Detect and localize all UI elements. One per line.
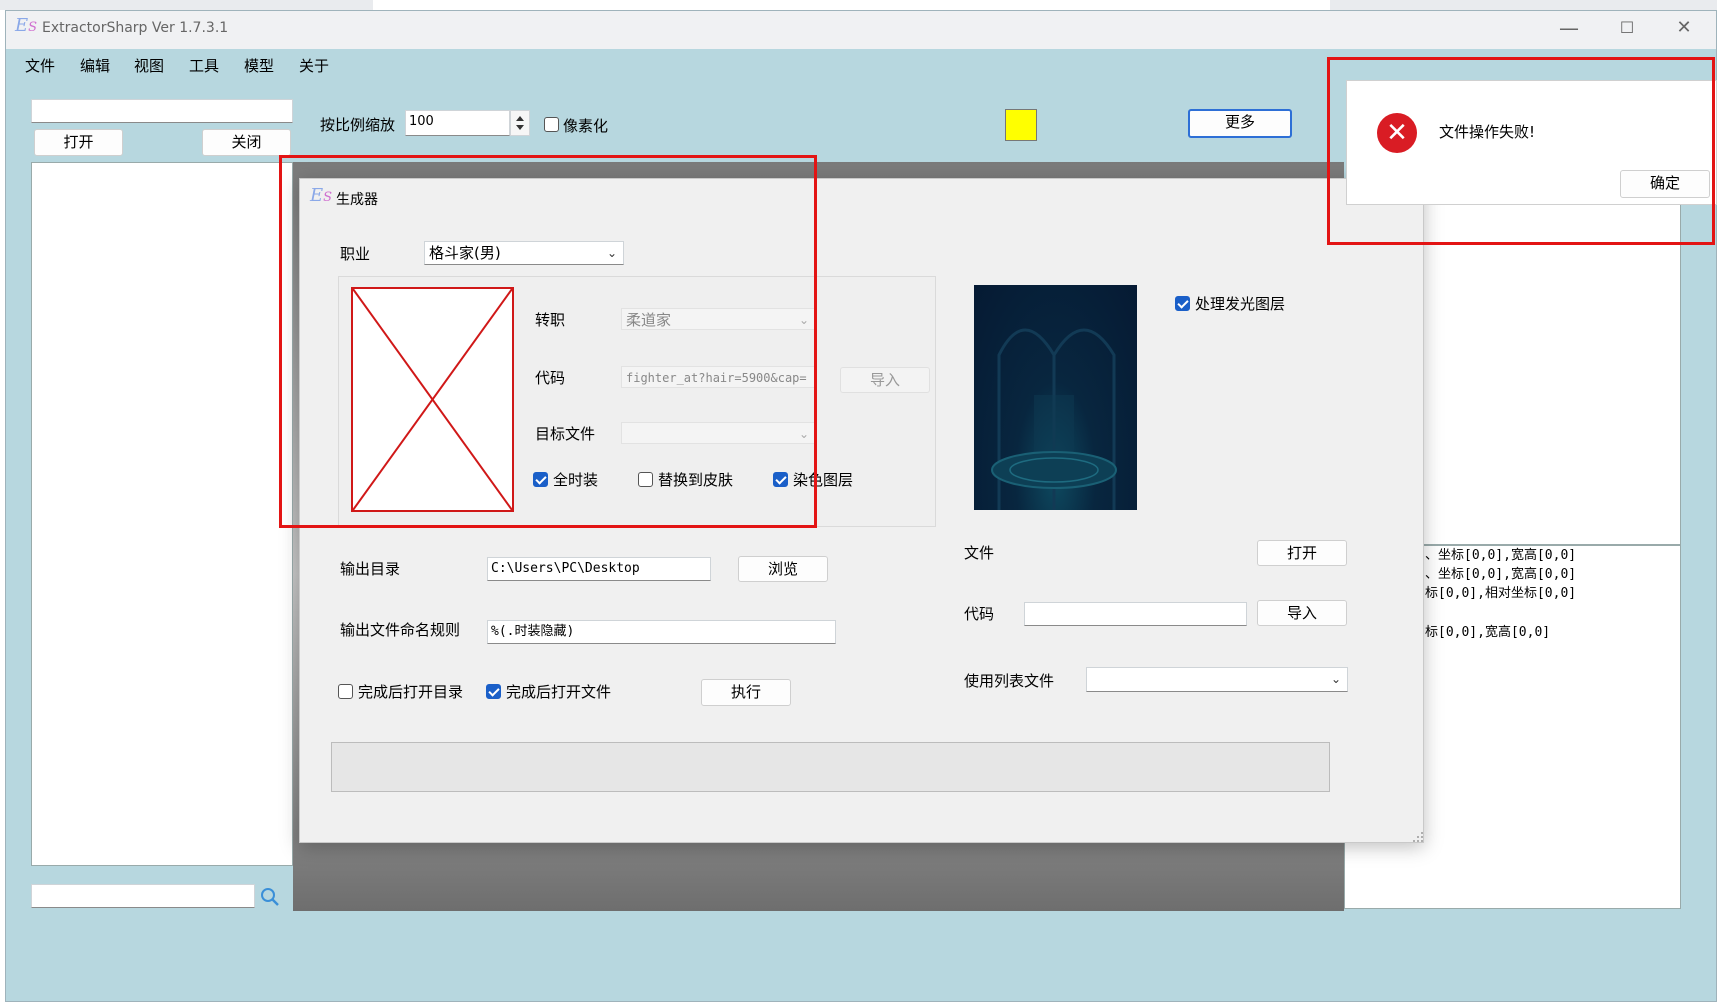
log-line: 标[0,0],宽高[0,0] [1425, 625, 1551, 640]
open-dir-after-label: 完成后打开目录 [358, 683, 464, 701]
window-title: ExtractorSharp Ver 1.7.3.1 [42, 20, 229, 36]
pixelate-label: 像素化 [563, 117, 609, 135]
file-search-input[interactable] [31, 99, 293, 123]
log-line: 标[0,0],相对坐标[0,0] [1425, 586, 1577, 601]
browse-button[interactable]: 浏览 [738, 556, 828, 582]
import-button[interactable]: 导入 [1257, 600, 1347, 626]
close-file-button[interactable]: 关闭 [202, 129, 291, 156]
app-logo-icon: ES [15, 15, 38, 36]
menu-edit[interactable]: 编辑 [80, 55, 110, 76]
naming-rule-input[interactable]: %(.时装隐藏) [487, 620, 836, 644]
list-file-select[interactable]: ⌄ [1086, 667, 1348, 692]
menu-model[interactable]: 模型 [244, 55, 274, 76]
menu-about[interactable]: 关于 [299, 55, 329, 76]
glow-layer-label: 处理发光图层 [1195, 295, 1286, 313]
execute-button[interactable]: 执行 [701, 679, 791, 706]
file-list[interactable] [31, 162, 293, 866]
output-dir-label: 输出目录 [340, 560, 401, 578]
menu-tools[interactable]: 工具 [189, 55, 219, 76]
code2-input[interactable] [1024, 602, 1247, 626]
menu-file[interactable]: 文件 [25, 55, 55, 76]
scale-spinner[interactable] [510, 110, 530, 136]
file-label: 文件 [964, 544, 995, 562]
close-button[interactable]: ✕ [1664, 18, 1704, 38]
color-swatch[interactable] [1005, 109, 1037, 141]
open-file-after-label: 完成后打开文件 [506, 683, 612, 701]
highlight-box [1327, 57, 1715, 245]
preview-image [974, 285, 1137, 510]
open-dir-after-checkbox[interactable] [338, 684, 353, 703]
open-button[interactable]: 打开 [34, 129, 123, 156]
import-button-disabled[interactable]: 导入 [840, 367, 930, 393]
chevron-down-icon: ⌄ [1330, 672, 1341, 686]
minimize-button[interactable]: — [1549, 18, 1589, 38]
maximize-button[interactable]: ☐ [1607, 18, 1647, 38]
scale-input[interactable]: 100 [405, 110, 510, 136]
more-button[interactable]: 更多 [1188, 109, 1292, 138]
log-line: 、坐标[0,0],宽高[0,0] [1425, 567, 1577, 582]
file-open-button[interactable]: 打开 [1257, 540, 1347, 566]
search-icon[interactable] [259, 886, 283, 908]
output-dir-input[interactable]: C:\Users\PC\Desktop [487, 557, 711, 581]
list-file-label: 使用列表文件 [964, 672, 1055, 690]
code2-label: 代码 [964, 605, 995, 623]
scale-label: 按比例缩放 [320, 116, 396, 134]
pixelate-checkbox[interactable] [544, 117, 559, 136]
highlight-box [279, 155, 817, 528]
desktop-strip [0, 0, 1717, 10]
naming-rule-label: 输出文件命名规则 [340, 621, 461, 639]
title-bar [6, 11, 1716, 49]
glow-layer-checkbox[interactable] [1175, 296, 1190, 315]
log-line: 、坐标[0,0],宽高[0,0] [1425, 548, 1577, 563]
menu-view[interactable]: 视图 [134, 55, 164, 76]
open-file-after-checkbox[interactable] [486, 684, 501, 703]
resize-grip-icon[interactable] [1412, 829, 1424, 842]
bottom-search-input[interactable] [31, 884, 255, 908]
progress-bar [331, 742, 1330, 792]
